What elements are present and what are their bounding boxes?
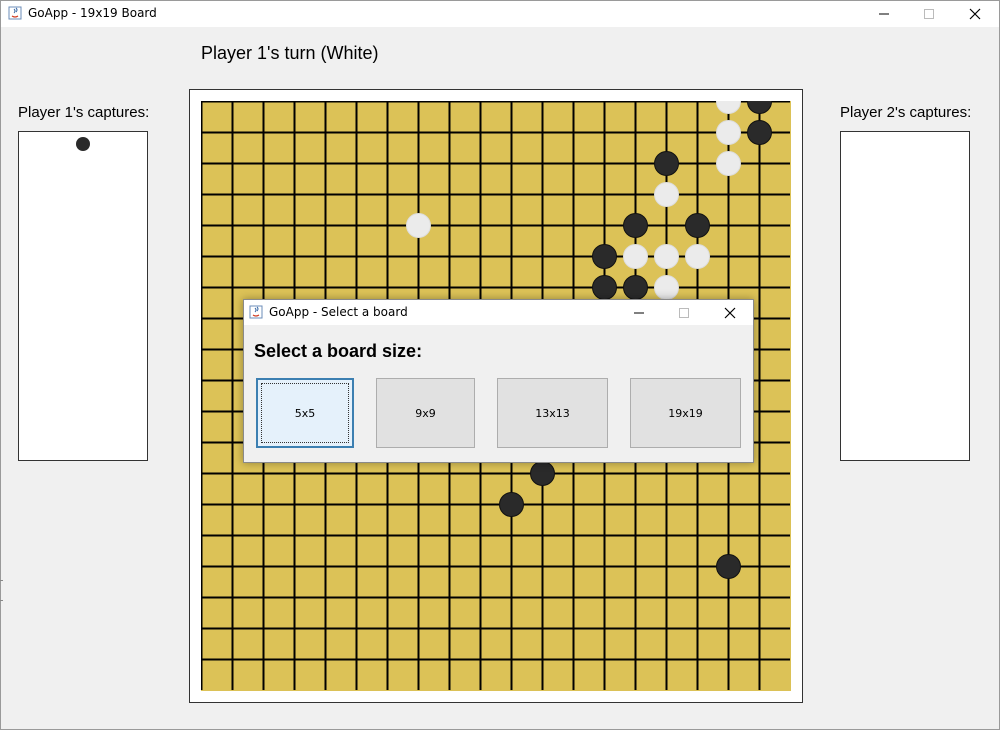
player1-captures-stones [76, 137, 90, 151]
minimize-icon [879, 13, 889, 15]
window-title: GoApp - 19x19 Board [28, 6, 157, 20]
maximize-icon [924, 9, 934, 19]
black-stone [592, 275, 617, 300]
black-stone [716, 554, 741, 579]
black-stone [623, 213, 648, 238]
turn-label: Player 1's turn (White) [201, 43, 379, 63]
dialog-heading: Select a board size: [254, 341, 423, 361]
black-stone [499, 492, 524, 517]
board-size-5x5-button[interactable]: 5x5 [256, 378, 354, 448]
board-size-dialog: GoApp - Select a board Select a board si… [243, 299, 754, 463]
player1-captures-label: Player 1's captures: [18, 104, 150, 121]
white-stone [716, 120, 741, 145]
java-app-icon [8, 6, 22, 20]
white-stone [406, 213, 431, 238]
java-app-icon [249, 305, 263, 319]
dialog-title-bar[interactable]: GoApp - Select a board [244, 300, 753, 325]
title-bar[interactable]: GoApp - 19x19 Board [1, 1, 999, 27]
close-icon [724, 307, 736, 318]
player2-captures-box [840, 131, 970, 461]
board-size-13x13-button[interactable]: 13x13 [497, 378, 608, 448]
black-stone [592, 244, 617, 269]
white-stone [685, 244, 710, 269]
dialog-minimize-button[interactable] [616, 300, 662, 325]
minimize-button[interactable] [861, 1, 907, 27]
board-size-19x19-button[interactable]: 19x19 [630, 378, 741, 448]
board-size-9x9-button[interactable]: 9x9 [376, 378, 475, 448]
black-stone [530, 461, 555, 486]
maximize-icon [679, 307, 689, 318]
player2-captures-stones [841, 132, 969, 460]
player2-captures-label: Player 2's captures: [840, 104, 972, 121]
dialog-close-button[interactable] [707, 300, 753, 325]
captured-black-stone [76, 137, 90, 151]
window-edge-mark [0, 600, 3, 601]
window-edge-mark [0, 580, 3, 581]
white-stone [716, 151, 741, 176]
minimize-icon [634, 312, 644, 313]
maximize-button[interactable] [906, 1, 952, 27]
white-stone [623, 244, 648, 269]
white-stone [654, 182, 679, 207]
close-button[interactable] [952, 1, 998, 27]
black-stone [654, 151, 679, 176]
black-stone [685, 213, 710, 238]
close-icon [969, 8, 981, 20]
white-stone [654, 275, 679, 300]
dialog-maximize-button[interactable] [661, 300, 707, 325]
dialog-title: GoApp - Select a board [269, 305, 408, 319]
black-stone [747, 120, 772, 145]
white-stone [654, 244, 679, 269]
player1-captures-box [18, 131, 148, 461]
black-stone [623, 275, 648, 300]
